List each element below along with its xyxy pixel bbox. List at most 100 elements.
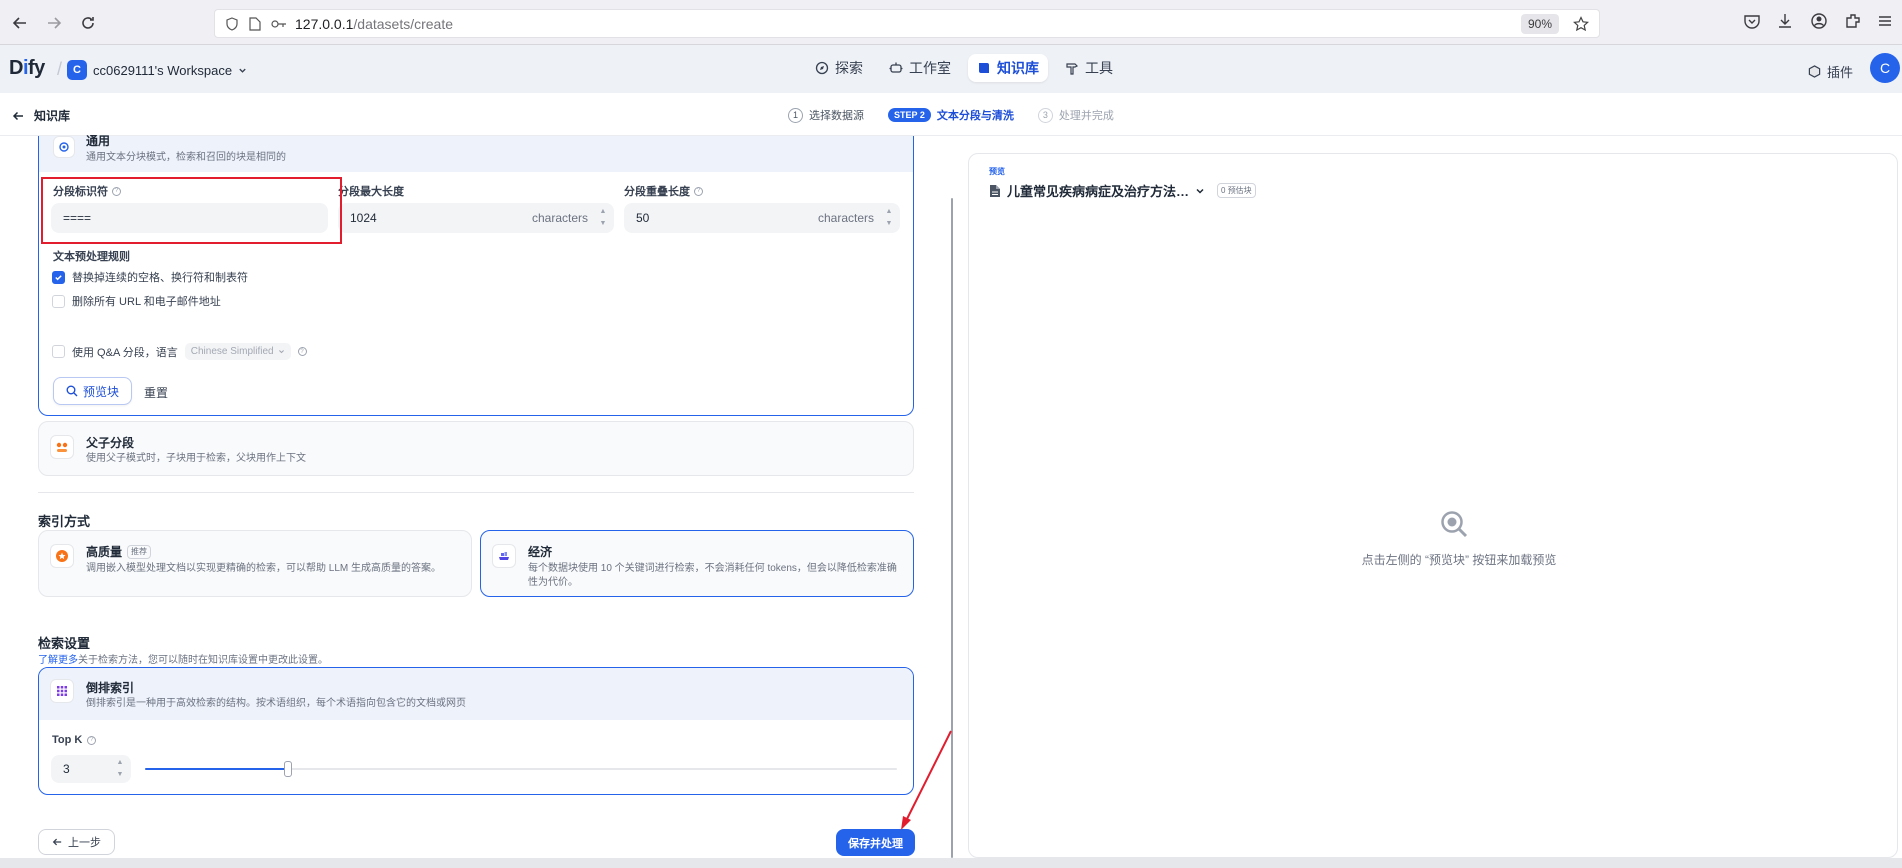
qa-segmentation-label: 使用 Q&A 分段，语言	[72, 346, 178, 359]
workspace-name: cc0629111's Workspace	[93, 62, 233, 78]
address-bar[interactable]: 127.0.0.1/datasets/create 90%	[214, 9, 1600, 38]
pocket-icon[interactable]	[1743, 12, 1763, 32]
help-icon[interactable]: ?	[87, 735, 97, 745]
hammer-icon	[1066, 63, 1079, 75]
step-3-label: 处理并完成	[1058, 110, 1114, 122]
step-2-label: 文本分段与清洗	[936, 110, 1014, 122]
reset-button[interactable]: 重置	[144, 384, 168, 401]
parent-child-icon	[50, 435, 74, 459]
max-length-value: 1024	[350, 211, 377, 225]
zoom-level[interactable]: 90%	[1520, 14, 1559, 34]
overlap-input[interactable]: 50 characters ▲ ▼	[624, 203, 900, 233]
key-icon[interactable]	[271, 19, 287, 29]
shield-icon[interactable]	[225, 16, 239, 31]
rule-remove-urls-label: 删除所有 URL 和电子邮件地址	[72, 296, 221, 308]
section-divider	[38, 492, 914, 493]
nav-explore[interactable]: 探索	[806, 54, 872, 82]
search-document-icon	[1439, 509, 1469, 539]
inverted-index-header: 倒排索引 倒排索引是一种用于高效检索的结构。按术语组织，每个术语指向包含它的文档…	[39, 668, 913, 720]
url-host: 127.0.0.1	[295, 15, 354, 32]
dify-logo[interactable]: Dify	[9, 57, 45, 80]
save-and-process-button[interactable]: 保存并处理	[836, 829, 915, 856]
learn-more-link[interactable]: 了解更多	[38, 655, 78, 666]
top-k-input[interactable]: 3 ▲ ▼	[51, 755, 131, 783]
qa-language-select[interactable]: Chinese Simplified	[184, 343, 291, 360]
extensions-icon[interactable]	[1844, 12, 1864, 32]
step-3: 3 处理并完成	[1037, 107, 1114, 123]
document-icon	[990, 184, 1000, 197]
reload-icon[interactable]	[77, 12, 99, 34]
inverted-index-desc: 倒排索引是一种用于高效检索的结构。按术语组织，每个术语指向包含它的文档或网页	[86, 698, 466, 709]
top-k-slider-handle[interactable]	[284, 761, 292, 777]
high-quality-option[interactable]: 高质量 推荐 调用嵌入模型处理文档以实现更精确的检索，可以帮助 LLM 生成高质…	[38, 530, 472, 597]
plugins-button[interactable]: 插件	[1808, 62, 1853, 81]
inverted-index-title: 倒排索引	[86, 679, 134, 696]
high-quality-icon	[50, 544, 74, 568]
overlap-value: 50	[636, 211, 650, 225]
inverted-index-card: 倒排索引 倒排索引是一种用于高效检索的结构。按术语组织，每个术语指向包含它的文档…	[38, 667, 914, 795]
qa-language-value: Chinese Simplified	[190, 346, 274, 357]
high-quality-title: 高质量 推荐	[86, 543, 152, 560]
step-2: STEP 2 文本分段与清洗	[888, 107, 1014, 123]
preview-chunks-label: 预览块	[83, 384, 120, 399]
parent-child-mode-card[interactable]: 父子分段 使用父子模式时，子块用于检索，父块用作上下文	[38, 421, 914, 476]
economy-title: 经济	[528, 543, 552, 560]
top-k-slider[interactable]	[145, 761, 897, 777]
previous-step-button[interactable]: 上一步	[38, 829, 115, 855]
stepper-arrows-icon[interactable]: ▲ ▼	[115, 759, 125, 779]
bottom-edge	[0, 858, 1902, 868]
checkbox-icon[interactable]	[52, 294, 65, 308]
top-k-value: 3	[63, 762, 70, 776]
gear-icon	[53, 136, 75, 158]
preview-label: 预览	[989, 167, 1005, 176]
back-to-knowledge[interactable]: 知识库	[12, 107, 70, 124]
chevron-down-icon	[239, 68, 246, 73]
nav-studio[interactable]: 工作室	[880, 54, 960, 82]
rule-remove-urls[interactable]: 删除所有 URL 和电子邮件地址	[52, 293, 221, 309]
stepper-arrows-icon[interactable]: ▲ ▼	[884, 208, 894, 228]
index-mode-heading: 索引方式	[38, 514, 91, 529]
nav-studio-label: 工作室	[909, 60, 951, 76]
general-mode-header[interactable]: 通用 通用文本分块模式，检索和召回的块是相同的	[39, 134, 913, 172]
bookmark-star-icon[interactable]	[1573, 16, 1589, 32]
parent-child-desc: 使用父子模式时，子块用于检索，父块用作上下文	[86, 453, 306, 464]
workspace-switcher[interactable]: C cc0629111's Workspace	[67, 60, 247, 80]
forward-arrow-icon[interactable]	[43, 12, 65, 34]
scrollbar[interactable]	[951, 198, 953, 858]
nav-explore-label: 探索	[835, 60, 863, 76]
user-avatar[interactable]: C	[1870, 53, 1900, 83]
nav-tools-label: 工具	[1085, 60, 1113, 76]
preview-document-selector[interactable]: 儿童常见疾病病症及治疗方法… 0 预估块	[989, 181, 1256, 200]
step-1-number: 1	[788, 107, 803, 123]
max-length-input[interactable]: 1024 characters ▲ ▼	[338, 203, 614, 233]
economy-option[interactable]: 经济 每个数据块使用 10 个关键词进行检索，不会消耗任何 tokens，但会以…	[480, 530, 914, 597]
max-length-label-text: 分段最大长度	[338, 186, 404, 198]
overlap-unit: characters	[817, 211, 874, 225]
top-k-slider-fill	[145, 768, 288, 770]
back-arrow-icon[interactable]	[9, 12, 31, 34]
top-k-label-text: Top K	[52, 734, 83, 746]
checkbox-checked-icon[interactable]	[52, 270, 65, 284]
arrow-left-icon	[12, 111, 23, 120]
account-icon[interactable]	[1810, 12, 1830, 32]
nav-tools[interactable]: 工具	[1056, 54, 1122, 82]
rule-replace-spaces-label: 替换掉连续的空格、换行符和制表符	[72, 272, 248, 284]
nav-knowledge[interactable]: 知识库	[968, 54, 1048, 82]
cube-icon	[1808, 65, 1821, 78]
economy-title-text: 经济	[528, 545, 553, 559]
download-icon[interactable]	[1776, 12, 1796, 32]
help-icon[interactable]: ?	[297, 347, 307, 356]
preview-chunks-button[interactable]: 预览块	[53, 377, 133, 405]
retrieval-hint-text: 关于检索方法，您可以随时在知识库设置中更改此设置。	[78, 655, 328, 666]
checkbox-icon[interactable]	[52, 345, 65, 358]
help-icon[interactable]: ?	[694, 186, 703, 196]
stepper-arrows-icon[interactable]: ▲ ▼	[598, 208, 608, 228]
inverted-index-title-text: 倒排索引	[86, 681, 135, 695]
retrieval-settings-heading: 检索设置	[38, 636, 91, 651]
economy-desc: 每个数据块使用 10 个关键词进行检索，不会消耗任何 tokens，但会以降低检…	[528, 562, 897, 590]
menu-icon[interactable]	[1876, 12, 1896, 32]
qa-segmentation-row[interactable]: 使用 Q&A 分段，语言 Chinese Simplified ?	[52, 343, 307, 360]
robot-icon	[889, 62, 903, 73]
rule-replace-spaces[interactable]: 替换掉连续的空格、换行符和制表符	[52, 269, 248, 285]
page-icon	[249, 16, 261, 31]
